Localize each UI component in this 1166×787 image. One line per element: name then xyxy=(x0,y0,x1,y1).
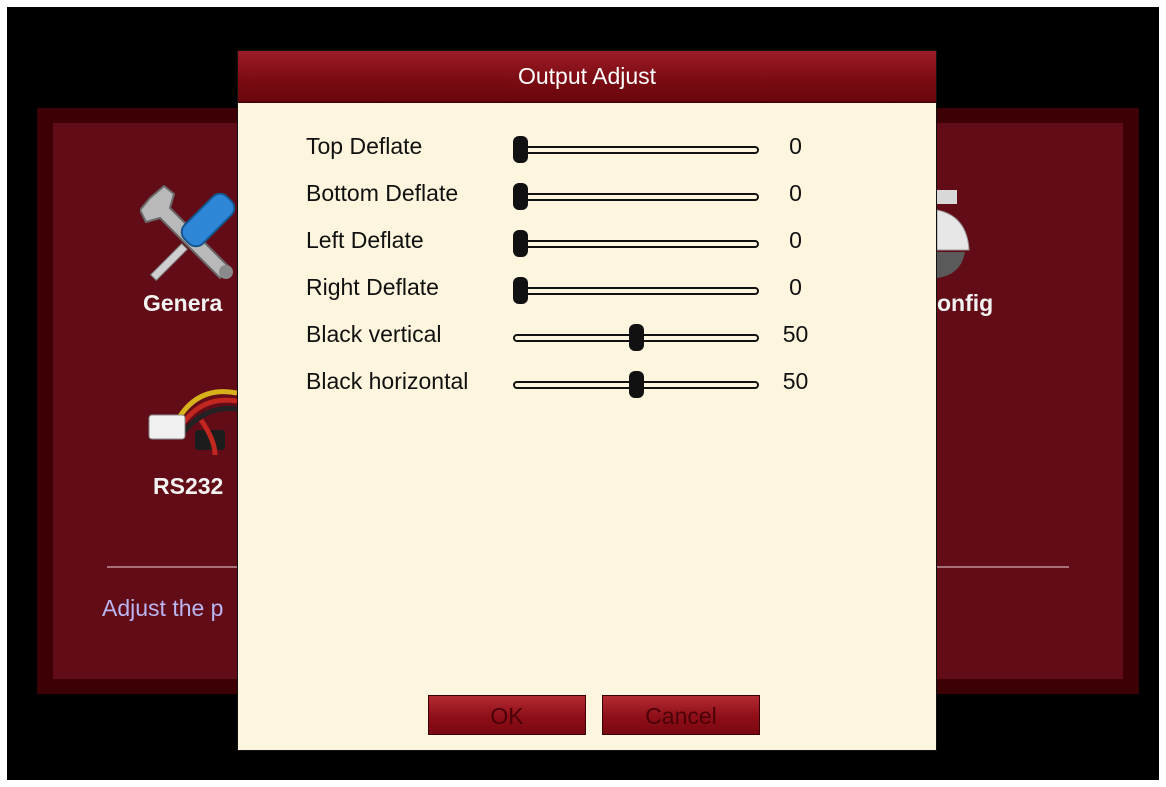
slider-value: 0 xyxy=(789,133,802,159)
slider-label: Black horizontal xyxy=(306,368,469,394)
slider-label: Black vertical xyxy=(306,321,442,347)
slider-value: 50 xyxy=(782,321,809,347)
ok-button[interactable]: OK xyxy=(428,695,586,735)
camera-dome-icon xyxy=(937,190,970,278)
menu-tile-rs232[interactable]: RS232 xyxy=(145,385,237,505)
wrench-screwdriver-icon xyxy=(140,184,236,282)
menu-tile-general[interactable]: Genera xyxy=(140,180,237,320)
slider-track[interactable] xyxy=(513,193,759,201)
slider-knob[interactable] xyxy=(513,183,528,210)
slider-row-bottom-deflate: Bottom Deflate 0 xyxy=(238,176,936,216)
menu-tile-rs232-label: RS232 xyxy=(153,473,224,499)
slider-label: Top Deflate xyxy=(306,133,423,159)
slider-row-right-deflate: Right Deflate 0 xyxy=(238,270,936,310)
slider-value: 0 xyxy=(789,274,802,300)
slider-label: Bottom Deflate xyxy=(306,180,459,206)
slider-row-black-horizontal: Black horizontal 50 xyxy=(238,364,936,404)
menu-tile-camera-config[interactable]: onfig xyxy=(937,180,1007,320)
slider-label: Right Deflate xyxy=(306,274,439,300)
slider-label: Left Deflate xyxy=(306,227,424,253)
output-adjust-dialog: Output Adjust Top Deflate 0 Bottom Defla… xyxy=(237,50,937,751)
dialog-title-bar[interactable]: Output Adjust xyxy=(238,51,936,103)
slider-knob[interactable] xyxy=(513,230,528,257)
slider-track[interactable] xyxy=(513,240,759,248)
slider-row-black-vertical: Black vertical 50 xyxy=(238,317,936,357)
dialog-title: Output Adjust xyxy=(517,63,657,89)
cable-connector-icon xyxy=(148,389,237,456)
slider-value: 0 xyxy=(789,227,802,253)
slider-value: 50 xyxy=(782,368,809,394)
slider-knob[interactable] xyxy=(513,277,528,304)
slider-knob[interactable] xyxy=(628,324,644,351)
slider-knob[interactable] xyxy=(628,371,644,398)
slider-row-top-deflate: Top Deflate 0 xyxy=(238,129,936,169)
menu-tile-general-label: Genera xyxy=(143,290,223,316)
slider-knob[interactable] xyxy=(513,136,528,163)
slider-track[interactable] xyxy=(513,146,759,154)
menu-tile-camera-config-label: onfig xyxy=(937,290,994,316)
cancel-button[interactable]: Cancel xyxy=(602,695,760,735)
slider-row-left-deflate: Left Deflate 0 xyxy=(238,223,936,263)
menu-hint-text: Adjust the p xyxy=(102,595,224,621)
slider-value: 0 xyxy=(789,180,802,206)
slider-track[interactable] xyxy=(513,287,759,295)
